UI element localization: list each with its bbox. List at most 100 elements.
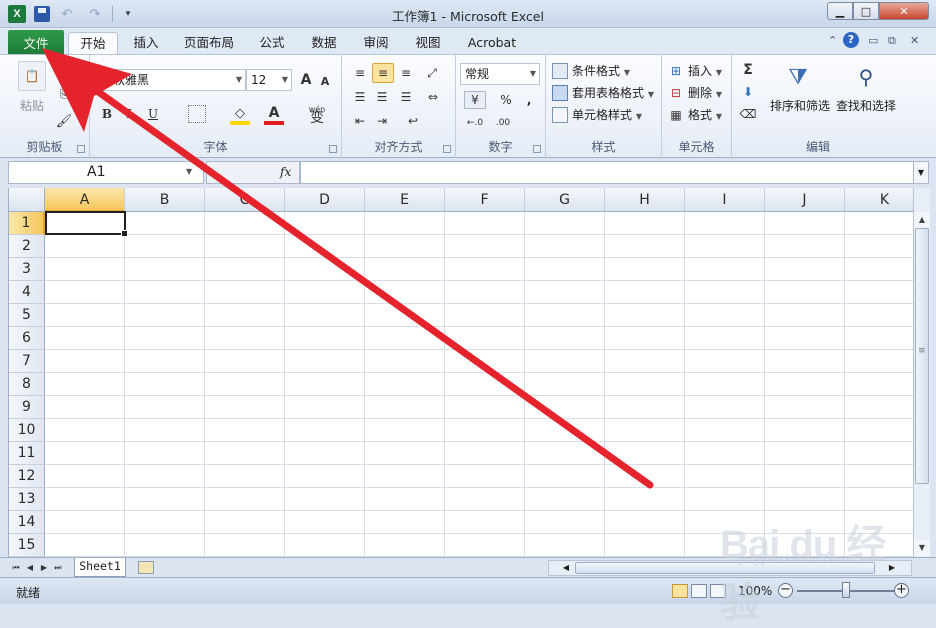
decrease-decimal-button[interactable]: .00 <box>490 115 516 131</box>
increase-indent-icon[interactable]: ⇥ <box>372 111 392 131</box>
row-header[interactable]: 7 <box>9 350 45 373</box>
row-header[interactable]: 15 <box>9 534 45 557</box>
tab-formulas[interactable]: 公式 <box>252 32 292 55</box>
column-header[interactable]: F <box>445 188 525 212</box>
increase-decimal-button[interactable]: ←.0 <box>462 115 488 131</box>
row-header[interactable]: 4 <box>9 281 45 304</box>
align-top-icon[interactable]: ≡ <box>350 63 370 83</box>
last-sheet-icon[interactable]: ⏭ <box>52 561 64 574</box>
conditional-format-button[interactable]: 条件格式 ▼ <box>572 62 630 79</box>
scroll-left-icon[interactable]: ◀ <box>559 561 573 575</box>
name-box[interactable]: A1 <box>8 161 204 184</box>
tab-view[interactable]: 视图 <box>408 32 448 55</box>
scroll-down-icon[interactable]: ▼ <box>914 540 930 556</box>
column-header[interactable]: E <box>365 188 445 212</box>
column-header[interactable]: G <box>525 188 605 212</box>
row-header[interactable]: 9 <box>9 396 45 419</box>
cell-grid[interactable] <box>45 212 913 557</box>
tab-review[interactable]: 审阅 <box>356 32 396 55</box>
horizontal-scroll-thumb[interactable] <box>575 562 875 574</box>
font-color-icon[interactable]: A <box>264 105 284 125</box>
align-middle-icon[interactable]: ≡ <box>372 63 394 83</box>
align-left-icon[interactable]: ☰ <box>350 87 370 107</box>
tab-page-layout[interactable]: 页面布局 <box>176 32 242 55</box>
insert-cells-button[interactable]: 插入 ▼ <box>688 62 722 79</box>
find-select-icon[interactable]: ⚲ <box>850 61 882 93</box>
row-header[interactable]: 12 <box>9 465 45 488</box>
select-all-button[interactable] <box>9 188 45 212</box>
grow-font-icon[interactable]: A <box>298 71 314 89</box>
row-header[interactable]: 13 <box>9 488 45 511</box>
font-name-select[interactable]: 微软雅黑 ▼ <box>96 69 246 91</box>
decrease-indent-icon[interactable]: ⇤ <box>350 111 370 131</box>
column-header[interactable]: D <box>285 188 365 212</box>
doc-minimize-icon[interactable]: ▭ <box>868 34 878 47</box>
zoom-in-icon[interactable]: + <box>894 583 909 598</box>
selected-cell[interactable] <box>45 211 128 237</box>
tab-insert[interactable]: 插入 <box>126 32 166 55</box>
copy-icon[interactable]: ⎘ <box>56 87 72 103</box>
number-format-select[interactable]: 常规 ▼ <box>460 63 540 85</box>
merge-center-icon[interactable]: ⇔ <box>422 87 444 107</box>
delete-cells-button[interactable]: 删除 ▼ <box>688 84 722 101</box>
align-bottom-icon[interactable]: ≡ <box>396 63 416 83</box>
font-size-select[interactable]: 12 ▼ <box>246 69 292 91</box>
paste-button[interactable]: 粘贴 <box>20 97 44 114</box>
comma-button[interactable]: , <box>522 91 536 109</box>
column-header[interactable]: J <box>765 188 845 212</box>
column-header[interactable]: C <box>205 188 285 212</box>
tab-data[interactable]: 数据 <box>304 32 344 55</box>
row-header[interactable]: 10 <box>9 419 45 442</box>
shrink-font-icon[interactable]: A <box>318 73 332 89</box>
format-cells-button[interactable]: 格式 ▼ <box>688 106 722 123</box>
underline-button[interactable]: U <box>144 105 162 123</box>
worksheet-grid[interactable]: ABCDEFGHIJK 1 2 3 4 5 6 7 8 9 10 11 12 13 14 15 <box>8 188 913 557</box>
clear-icon[interactable]: ⌫ <box>740 105 757 123</box>
row-header[interactable]: 14 <box>9 511 45 534</box>
paste-icon[interactable]: 📋 <box>18 61 46 91</box>
maximize-button[interactable]: □ <box>853 2 879 20</box>
format-as-table-button[interactable]: 套用表格格式 ▼ <box>572 84 654 101</box>
row-header[interactable]: 2 <box>9 235 45 258</box>
autosum-icon[interactable]: Σ <box>740 61 756 79</box>
next-sheet-icon[interactable]: ▶ <box>38 561 50 574</box>
zoom-out-icon[interactable]: − <box>778 583 793 598</box>
text-orientation-icon[interactable]: ⤢ <box>422 63 442 83</box>
zoom-slider-thumb[interactable] <box>842 582 850 598</box>
align-center-icon[interactable]: ☰ <box>372 87 392 107</box>
number-launcher-icon[interactable] <box>533 145 541 153</box>
vertical-scroll-thumb[interactable]: ≡ <box>915 228 929 484</box>
row-header[interactable]: 1 <box>9 212 45 235</box>
row-header[interactable]: 11 <box>9 442 45 465</box>
page-break-view-icon[interactable] <box>710 584 726 598</box>
insert-function-icon[interactable]: fx <box>280 165 291 179</box>
scroll-up-icon[interactable]: ▲ <box>914 212 930 228</box>
wrap-text-icon[interactable]: ↩ <box>402 111 424 131</box>
tab-file[interactable]: 文件 <box>8 30 64 55</box>
cell-styles-button[interactable]: 单元格样式 ▼ <box>572 106 642 123</box>
scroll-right-icon[interactable]: ▶ <box>885 561 899 575</box>
sort-filter-button[interactable]: 排序和筛选 <box>770 97 830 114</box>
formula-input[interactable] <box>300 161 914 184</box>
format-painter-icon[interactable]: 🖌 <box>56 113 73 129</box>
row-header[interactable]: 6 <box>9 327 45 350</box>
bold-button[interactable]: B <box>98 105 116 123</box>
column-header[interactable]: A <box>45 188 125 212</box>
tab-acrobat[interactable]: Acrobat <box>462 32 522 55</box>
italic-button[interactable]: I <box>120 105 138 123</box>
row-header[interactable]: 8 <box>9 373 45 396</box>
percent-button[interactable]: % <box>498 91 514 109</box>
column-header[interactable]: K <box>845 188 913 212</box>
sheet-tab-sheet1[interactable]: Sheet1 <box>74 558 126 577</box>
prev-sheet-icon[interactable]: ◀ <box>24 561 36 574</box>
minimize-button[interactable]: ▁ <box>827 2 853 20</box>
expand-formula-bar-icon[interactable]: ▼ <box>913 161 929 184</box>
help-icon[interactable]: ? <box>843 32 859 48</box>
column-header[interactable]: H <box>605 188 685 212</box>
fill-icon[interactable]: ⬇ <box>740 83 756 101</box>
doc-restore-icon[interactable]: ⧉ <box>888 34 896 48</box>
normal-view-icon[interactable] <box>672 584 688 598</box>
column-header[interactable]: I <box>685 188 765 212</box>
row-header[interactable]: 3 <box>9 258 45 281</box>
fill-color-icon[interactable]: ◇ <box>230 105 250 125</box>
